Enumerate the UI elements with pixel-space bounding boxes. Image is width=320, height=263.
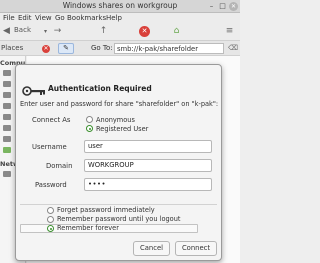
back-button[interactable]: Back	[14, 26, 31, 34]
dialog-separator	[20, 204, 217, 205]
toolbar: ◀ Back ▾ → ↑ ✕ ⌂ ≡	[0, 24, 240, 40]
goto-label: Go To:	[91, 44, 113, 52]
username-field[interactable]: user	[84, 140, 212, 153]
username-label: Username	[32, 143, 67, 151]
remember-forever-label[interactable]: Remember forever	[57, 224, 119, 232]
more-icon[interactable]: ≡	[224, 26, 235, 37]
menu-file[interactable]: File	[3, 14, 15, 22]
menu-view[interactable]: View	[35, 14, 52, 22]
clear-location-icon[interactable]: ⌫	[228, 44, 238, 52]
anonymous-radio[interactable]	[86, 116, 93, 123]
domain-field[interactable]: WORKGROUP	[84, 159, 212, 172]
home-icon[interactable]: ⌂	[171, 26, 182, 37]
domain-label: Domain	[46, 162, 73, 170]
maximize-button[interactable]: □	[218, 2, 227, 11]
registered-user-radio[interactable]	[86, 125, 93, 132]
folder-icon[interactable]	[3, 125, 11, 131]
password-field[interactable]: ••••	[84, 178, 212, 191]
remember-forever-radio[interactable]	[47, 225, 54, 232]
connect-button[interactable]: Connect	[175, 241, 217, 256]
folder-icon[interactable]	[3, 136, 11, 142]
anonymous-label[interactable]: Anonymous	[96, 116, 135, 124]
menu-edit[interactable]: Edit	[18, 14, 32, 22]
menu-go[interactable]: Go	[55, 14, 65, 22]
close-window-button[interactable]: ✕	[229, 2, 238, 11]
edit-location-button[interactable]: ✎	[58, 43, 74, 54]
location-bar: Places ✕ ✎ Go To: smb://k-pak/sharefolde…	[0, 40, 240, 56]
remember-until-logout-label[interactable]: Remember password until you logout	[57, 215, 180, 223]
folder-icon[interactable]	[3, 114, 11, 120]
menu-bookmarks[interactable]: Bookmarks	[67, 14, 106, 22]
auth-dialog: Authentication Required Enter user and p…	[15, 64, 222, 261]
stop-icon[interactable]: ✕	[139, 26, 150, 37]
minimize-button[interactable]: –	[207, 2, 216, 11]
window-title: Windows shares on workgroup	[62, 1, 178, 10]
folder-icon[interactable]	[3, 70, 11, 76]
folder-icon[interactable]	[3, 92, 11, 98]
close-sidebar-icon[interactable]: ✕	[42, 45, 50, 53]
folder-icon[interactable]	[3, 103, 11, 109]
registered-user-label[interactable]: Registered User	[96, 125, 148, 133]
password-label: Password	[35, 181, 67, 189]
menubar: File Edit View Go Bookmarks Help	[0, 13, 240, 24]
cancel-button[interactable]: Cancel	[133, 241, 170, 256]
location-input[interactable]: smb://k-pak/sharefolder	[114, 43, 224, 54]
forget-password-label[interactable]: Forget password immediately	[57, 206, 155, 214]
back-arrow-icon[interactable]: ◀	[1, 26, 12, 37]
folder-icon[interactable]	[3, 81, 11, 87]
connect-as-label: Connect As	[32, 116, 71, 124]
drive-icon[interactable]	[3, 147, 11, 153]
window-titlebar: Windows shares on workgroup – □ ✕	[0, 0, 240, 13]
chevron-down-icon[interactable]: ▾	[40, 26, 51, 37]
dialog-title: Authentication Required	[48, 84, 152, 93]
forget-option-row[interactable]: Forget password immediately	[20, 206, 198, 215]
forget-password-radio[interactable]	[47, 207, 54, 214]
dialog-message: Enter user and password for share "share…	[20, 100, 219, 108]
menu-help[interactable]: Help	[106, 14, 122, 22]
remember-logout-row[interactable]: Remember password until you logout	[20, 215, 198, 224]
network-icon[interactable]	[3, 171, 11, 177]
places-label: Places	[1, 44, 24, 52]
arrow-up-icon[interactable]: ↑	[98, 26, 109, 37]
key-icon	[22, 86, 45, 96]
arrow-right-icon[interactable]: →	[52, 26, 63, 37]
remember-forever-row[interactable]: Remember forever	[20, 224, 198, 233]
remember-until-logout-radio[interactable]	[47, 216, 54, 223]
